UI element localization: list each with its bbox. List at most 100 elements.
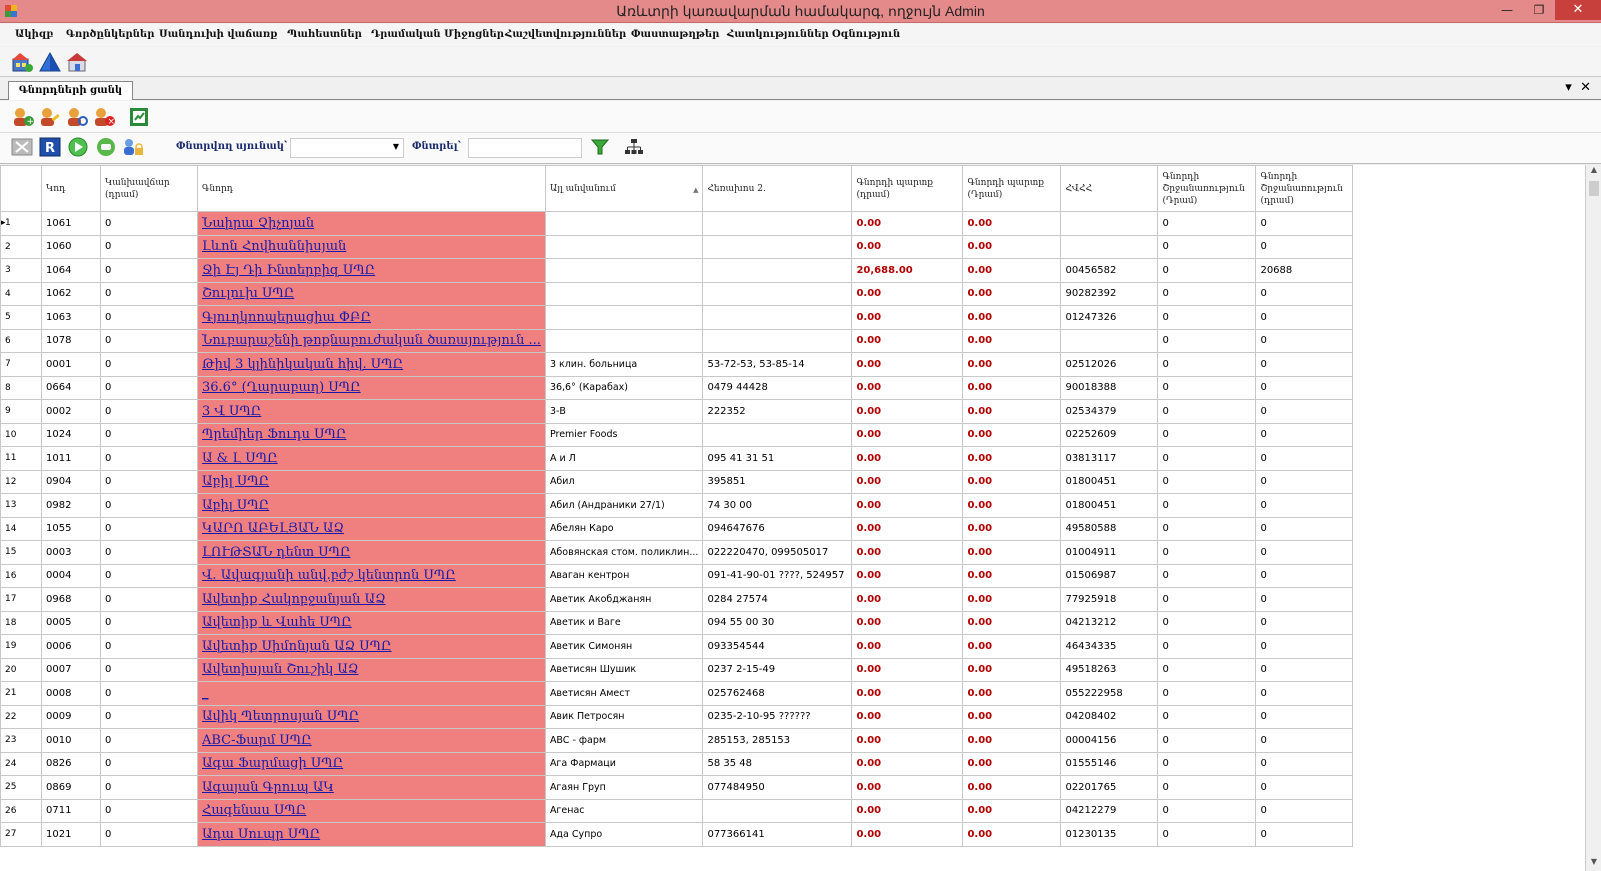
table-cell[interactable]: Ջի Էյ Դի Ինտերբիզ ՍՊԸ: [197, 258, 546, 283]
restore-button[interactable]: ❐: [1523, 0, 1555, 20]
table-row[interactable]: 26 0711 0 Հագենաս ՍՊԸ Агенас 0.00 0.00 04212279…: [0, 798, 1354, 823]
scroll-thumb[interactable]: [1589, 181, 1599, 196]
refresh-icon[interactable]: R: [38, 136, 62, 158]
pyramid-icon[interactable]: [38, 51, 62, 73]
menu-documents[interactable]: Փաստաթղթեր: [631, 29, 719, 40]
hierarchy-icon[interactable]: [622, 136, 646, 158]
table-cell[interactable]: Նուբարաշենի թոքնաբուժական ծառայություն .…: [197, 328, 546, 353]
table-row[interactable]: 3 1064 0 Ջի Էյ Դի Ինտերբիզ ՍՊԸ 20,688.00 0.00…: [0, 258, 1354, 283]
scroll-up-icon[interactable]: ▲: [1586, 165, 1601, 179]
table-row[interactable]: 22 0009 0 Ավիկ Պետրոսյան ՍՊԸ Авик Петросян 0…: [0, 704, 1354, 729]
menu-reports[interactable]: Հաշվետվություններ: [505, 29, 626, 40]
menu-start[interactable]: Ակիզբ: [15, 29, 53, 40]
table-cell[interactable]: Ագա Ֆարմացի ՍՊԸ: [197, 751, 546, 776]
column-header[interactable]: Գնորդի պարտք (դրամ): [851, 165, 964, 212]
table-row[interactable]: 13 0982 0 Աբիլ ՍՊԸ Абил (Андраники 27/1) 74 3…: [0, 493, 1354, 518]
table-cell[interactable]: Ադա Սուպր ՍՊԸ: [197, 822, 546, 847]
table-row[interactable]: 21 0008 0 _ Аветисян Амест 025762468 0.00 0.00 0…: [0, 681, 1354, 706]
table-row[interactable]: 5 1063 0 Գյուղկոոպերացիա ՓԲԸ 0.00 0.00 0124732…: [0, 305, 1354, 330]
table-row[interactable]: 8 0664 0 36.6° (Ղարաբաղ) ՍՊԸ 36,6° (Карабах)…: [0, 375, 1354, 400]
table-cell[interactable]: Գյուղկոոպերացիա ՓԲԸ: [197, 305, 546, 330]
table-cell[interactable]: Պրեմիեր Ֆուդս ՍՊԸ: [197, 422, 546, 447]
table-cell[interactable]: Ավիկ Պետրոսյան ՍՊԸ: [197, 704, 546, 729]
menu-properties[interactable]: Հատկություններ: [727, 29, 829, 40]
close-button[interactable]: ✕: [1555, 0, 1601, 20]
table-cell[interactable]: Ավետիք Հակոբջանյան ԱՁ: [197, 587, 546, 612]
column-header[interactable]: Գնորդի Շրջանառություն (Դրամ): [1157, 165, 1257, 212]
table-row[interactable]: 19 0006 0 Ավետիք Սիմոնյան ԱՁ ՍՊԸ Аветик Сим…: [0, 634, 1354, 659]
table-row[interactable]: ▸ 1 1061 0 Նաիրա Չիչոյան 0.00 0.00 0 0: [0, 211, 1354, 236]
table-row[interactable]: 6 1078 0 Նուբարաշենի թոքնաբուժական ծառայութ…: [0, 328, 1354, 353]
edit-customer-icon[interactable]: [38, 106, 62, 128]
scroll-down-icon[interactable]: ▼: [1586, 857, 1601, 871]
menu-retail-sale[interactable]: Սանդուխի վաճառք: [159, 29, 278, 40]
tab-close-icon[interactable]: ✕: [1580, 80, 1591, 95]
table-cell[interactable]: Թիվ 3 կլինիկական հիվ. ՍՊԸ: [197, 352, 546, 377]
table-row[interactable]: 23 0010 0 ABC-Ֆարմ ՍՊԸ ABC - фарм 285153, 285…: [0, 728, 1354, 753]
menu-cash-means[interactable]: Դրամական Միջոցներ: [371, 29, 504, 40]
column-header[interactable]: Կանխավճար (դրամ): [100, 165, 198, 212]
column-header[interactable]: Այլ անվանում ▲: [544, 165, 704, 212]
menu-help[interactable]: Օգնություն: [832, 29, 900, 40]
table-row[interactable]: 18 0005 0 Ավետիք և Վաhե ՍՊԸ Аветик и Ваге 094…: [0, 610, 1354, 635]
tab-dropdown-icon[interactable]: ▾: [1565, 80, 1572, 95]
table-cell[interactable]: Ագայան Գրուպ ԱԿ: [197, 775, 546, 800]
vertical-scrollbar[interactable]: ▲ ▼: [1585, 165, 1601, 871]
minimize-button[interactable]: —: [1491, 0, 1523, 20]
view-customer-icon[interactable]: [65, 106, 89, 128]
clear-icon[interactable]: [10, 136, 34, 158]
table-cell[interactable]: 3 Վ ՍՊԸ: [197, 399, 546, 424]
column-header[interactable]: Գնորդի Շրջանառություն (դրամ): [1255, 165, 1354, 212]
table-cell[interactable]: Վ. Ավագյանի անվ.բժշ կենտրոն ՍՊԸ: [197, 563, 546, 588]
column-header[interactable]: Գնորդ: [197, 165, 546, 212]
table-cell[interactable]: Աբիլ ՍՊԸ: [197, 469, 546, 494]
table-row[interactable]: 4 1062 0 Շուլուխ ՍՊԸ 0.00 0.00 90282392 0 0: [0, 281, 1354, 306]
column-header[interactable]: Կոդ: [41, 165, 101, 212]
search-column-select[interactable]: ▼: [290, 138, 404, 158]
menu-warehouses[interactable]: Պահեստներ: [287, 29, 362, 40]
column-header[interactable]: ՀՎՀՀ: [1060, 165, 1159, 212]
table-row[interactable]: 10 1024 0 Պրեմիեր Ֆուդս ՍՊԸ Premier Foods 0.0…: [0, 422, 1354, 447]
users-lock-icon[interactable]: [121, 136, 145, 158]
column-header[interactable]: [0, 165, 42, 212]
table-row[interactable]: 9 0002 0 3 Վ ՍՊԸ 3-В 222352 0.00 0.00 02534379 0 0: [0, 399, 1354, 424]
table-row[interactable]: 12 0904 0 Աբիլ ՍՊԸ Абил 395851 0.00 0.00 0180045…: [0, 469, 1354, 494]
filter-icon[interactable]: [588, 136, 612, 158]
table-cell[interactable]: Ավետիք և Վաhե ՍՊԸ: [197, 610, 546, 635]
table-cell[interactable]: ԼՈՒԹՏԱՆ դենտ ՍՊԸ: [197, 540, 546, 565]
house-icon[interactable]: [65, 51, 89, 73]
table-row[interactable]: 17 0968 0 Ավետիք Հակոբջանյան ԱՁ Аветик Акобд…: [0, 587, 1354, 612]
table-cell[interactable]: ABC-Ֆարմ ՍՊԸ: [197, 728, 546, 753]
table-cell[interactable]: ԿԱՐՈ ԱԲԵԼՅԱՆ ԱՁ: [197, 516, 546, 541]
add-customer-icon[interactable]: +: [11, 106, 35, 128]
table-cell[interactable]: Աբիլ ՍՊԸ: [197, 493, 546, 518]
table-cell[interactable]: Ավետիսյան Շուշիկ ԱՁ: [197, 657, 546, 682]
table-cell[interactable]: 36.6° (Ղարաբաղ) ՍՊԸ: [197, 375, 546, 400]
table-row[interactable]: 24 0826 0 Ագա Ֆարմացի ՍՊԸ Ага Фармаци 58 35 4…: [0, 751, 1354, 776]
tab-customers-list[interactable]: Գնորդների ցանկ: [8, 81, 133, 100]
play-icon[interactable]: [66, 136, 90, 158]
search-input[interactable]: [468, 138, 582, 158]
table-cell[interactable]: _: [197, 681, 546, 706]
message-icon[interactable]: [94, 136, 118, 158]
table-row[interactable]: 16 0004 0 Վ. Ավագյանի անվ.բժշ կենտրոն ՍՊԸ Ав…: [0, 563, 1354, 588]
table-row[interactable]: 11 1011 0 Ա & Լ ՍՊԸ А и Л 095 41 31 51 0.00 0.0…: [0, 446, 1354, 471]
table-row[interactable]: 20 0007 0 Ավետիսյան Շուշիկ ԱՁ Аветисян Шушик…: [0, 657, 1354, 682]
building-icon[interactable]: [10, 51, 34, 73]
table-row[interactable]: 7 0001 0 Թիվ 3 կլինիկական հիվ. ՍՊԸ 3 клин. б…: [0, 352, 1354, 377]
delete-customer-icon[interactable]: ×: [92, 106, 116, 128]
table-row[interactable]: 27 1021 0 Ադա Սուպր ՍՊԸ Ада Супро 077366141 0.…: [0, 822, 1354, 847]
table-cell[interactable]: Նաիրա Չիչոյան: [197, 211, 546, 236]
table-row[interactable]: 15 0003 0 ԼՈՒԹՏԱՆ դենտ ՍՊԸ Абовянская стом. …: [0, 540, 1354, 565]
table-cell[interactable]: Լևոն Հովհաննիսյան: [197, 234, 546, 259]
column-header[interactable]: Հեռախոս 2.: [702, 165, 853, 212]
menu-partners[interactable]: Գործընկերներ: [66, 29, 154, 40]
table-cell[interactable]: Շուլուխ ՍՊԸ: [197, 281, 546, 306]
table-row[interactable]: 2 1060 0 Լևոն Հովհաննիսյան 0.00 0.00 0 0: [0, 234, 1354, 259]
table-cell[interactable]: Հագենաս ՍՊԸ: [197, 798, 546, 823]
table-cell[interactable]: Ա & Լ ՍՊԸ: [197, 446, 546, 471]
table-row[interactable]: 14 1055 0 ԿԱՐՈ ԱԲԵԼՅԱՆ ԱՁ Абелян Каро 0946476…: [0, 516, 1354, 541]
table-row[interactable]: 25 0869 0 Ագայան Գրուպ ԱԿ Агаян Груп 07748495…: [0, 775, 1354, 800]
column-header[interactable]: Գնորդի պարտք (Դրամ): [962, 165, 1062, 212]
export-excel-icon[interactable]: [127, 106, 151, 128]
